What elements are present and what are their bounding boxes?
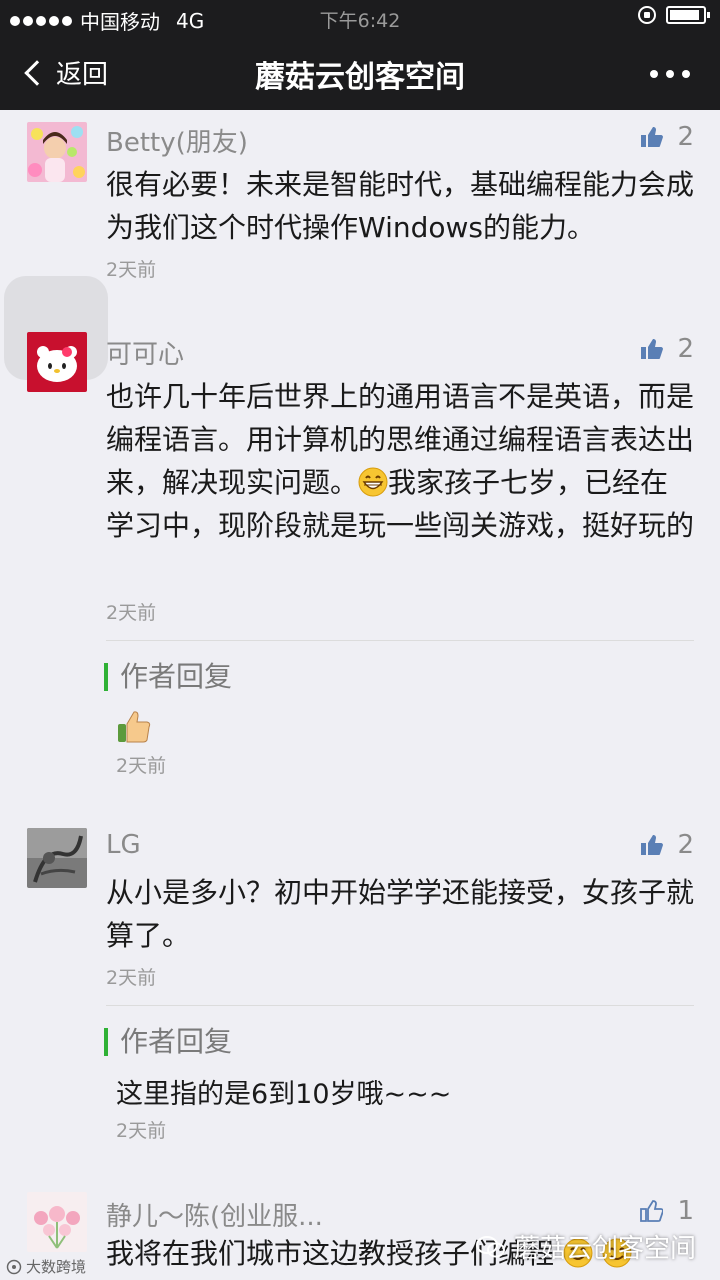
source-watermark: 大数跨境 [6,1256,86,1277]
nav-bar: 返回 蘑菇云创客空间 [0,36,720,110]
comment-time: 2天前 [106,967,157,989]
like-count: 2 [677,830,694,860]
commenter-name[interactable]: 静儿～陈(创业服... [106,1196,323,1233]
comment-time: 2天前 [106,259,157,281]
battery-fill [670,10,699,20]
like-button[interactable]: 1 [639,1196,694,1226]
author-reply-label: 作者回复 [104,1028,232,1056]
comment-list: Betty(朋友) 2 很有必要！未来是智能时代，基础编程能力会成为我们这个时代… [0,110,720,1280]
comment-time: 2天前 [106,602,157,624]
status-bar: 中国移动 4G 下午6:42 [0,0,720,36]
avatar[interactable] [27,1192,87,1252]
thumbs-up-outline-icon [640,1200,664,1222]
source-logo-icon [6,1259,22,1274]
thumbs-up-icon [641,127,664,147]
status-time: 下午6:42 [319,10,401,32]
page-title: 蘑菇云创客空间 [255,60,465,95]
more-icon [650,70,658,78]
like-button[interactable]: 2 [639,830,694,860]
commenter-name[interactable]: 可可心 [106,334,184,371]
author-reply-label: 作者回复 [104,663,232,691]
thumbs-up-icon [641,835,664,855]
divider [106,1005,694,1006]
more-button[interactable] [650,70,690,78]
like-count: 2 [677,122,694,152]
avatar[interactable] [27,122,87,182]
rotation-lock-icon [638,6,656,24]
avatar[interactable] [27,828,87,888]
battery-icon [666,6,710,24]
divider [106,640,694,641]
status-right [638,6,710,24]
reply-text: 这里指的是6到10岁哦~~~ [116,1079,452,1110]
commenter-name[interactable]: Betty(朋友) [106,122,248,159]
like-button[interactable]: 2 [639,334,694,364]
comment-text: 很有必要！未来是智能时代，基础编程能力会成为我们这个时代操作Windows的能力… [106,168,695,244]
avatar[interactable] [27,332,87,392]
commenter-name[interactable]: LG [106,830,141,860]
thumbs-up-emoji-icon [118,711,151,743]
reply-time: 2天前 [116,1120,167,1142]
comment-text: 也许几十年后世界上的通用语言不是英语，而是编程语言。用计算机的思维通过编程语言表… [106,375,696,547]
source-watermark-text: 大数跨境 [26,1258,87,1276]
thumbs-up-icon [641,339,664,359]
watermark-text: 蘑菇云创客空间 [513,1234,696,1264]
grin-emoji-icon [358,467,388,497]
like-count: 1 [677,1196,694,1226]
comment-text: 从小是多小？初中开始学学还能接受，女孩子就算了。 [106,876,695,952]
like-button[interactable]: 2 [639,122,694,152]
account-watermark: 蘑菇云创客空间 [475,1228,696,1265]
like-count: 2 [677,334,694,364]
wechat-icon [475,1235,505,1257]
reply-time: 2天前 [116,755,167,777]
